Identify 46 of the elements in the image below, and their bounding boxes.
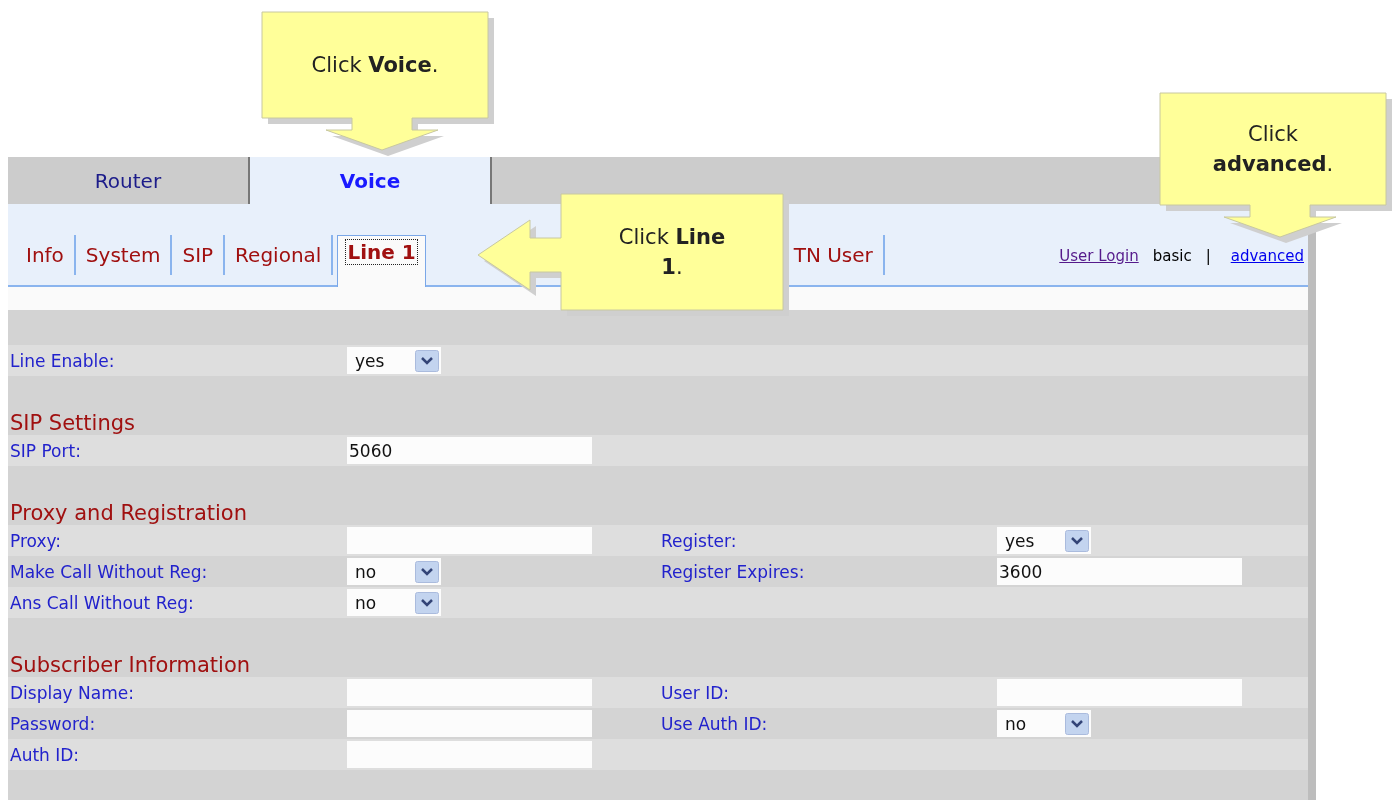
field-label: Register Expires: bbox=[660, 561, 806, 582]
dropdown[interactable]: no bbox=[347, 589, 441, 616]
field-label: Ans Call Without Reg: bbox=[9, 592, 195, 613]
tab[interactable]: Info bbox=[16, 235, 76, 275]
field-label: Make Call Without Reg: bbox=[9, 561, 209, 582]
field-label: Line Enable: bbox=[9, 350, 116, 371]
dropdown[interactable]: no bbox=[997, 710, 1091, 737]
input-field[interactable]: 5060 bbox=[347, 437, 592, 464]
tab[interactable]: Voice bbox=[250, 157, 492, 204]
tab[interactable]: TN User bbox=[793, 235, 885, 275]
input-field[interactable] bbox=[347, 679, 592, 706]
field-label: Display Name: bbox=[9, 682, 135, 703]
mode-label: basic bbox=[1152, 247, 1192, 265]
chevron-down-icon bbox=[1065, 712, 1089, 735]
field-label: Password: bbox=[9, 713, 97, 734]
input-field[interactable] bbox=[347, 527, 592, 554]
input-field[interactable] bbox=[997, 679, 1242, 706]
separator-text: | bbox=[1205, 247, 1211, 265]
callout-text: Click Voice. bbox=[310, 51, 440, 79]
tab[interactable]: SIP bbox=[172, 235, 226, 275]
field-label: User ID: bbox=[660, 682, 730, 703]
dropdown[interactable]: yes bbox=[347, 347, 441, 374]
input-field[interactable] bbox=[347, 710, 592, 737]
input-field[interactable] bbox=[347, 741, 592, 768]
tab[interactable]: Regional bbox=[225, 235, 334, 275]
section-heading: Subscriber Information bbox=[10, 653, 251, 677]
chevron-down-icon bbox=[1065, 529, 1089, 552]
callout-text: Click advanced. bbox=[1211, 120, 1335, 178]
tab[interactable]: System bbox=[75, 235, 173, 275]
field-label: SIP Port: bbox=[9, 440, 82, 461]
section-heading: SIP Settings bbox=[10, 411, 135, 435]
section-heading: Proxy and Registration bbox=[10, 501, 248, 525]
callout-text: Click Line 1. bbox=[617, 223, 727, 281]
field-label: Register: bbox=[660, 530, 738, 551]
tab[interactable]: Line 1 bbox=[337, 235, 426, 287]
mode-link[interactable]: advanced bbox=[1230, 247, 1304, 265]
field-label: Auth ID: bbox=[9, 744, 81, 765]
field-label: Use Auth ID: bbox=[660, 713, 769, 734]
chevron-down-icon bbox=[415, 349, 439, 372]
chevron-down-icon bbox=[415, 591, 439, 614]
field-label: Proxy: bbox=[9, 530, 63, 551]
dropdown[interactable]: no bbox=[347, 558, 441, 585]
input-field[interactable]: 3600 bbox=[997, 558, 1242, 585]
chevron-down-icon bbox=[415, 560, 439, 583]
dropdown[interactable]: yes bbox=[997, 527, 1091, 554]
user-login-link[interactable]: User Login bbox=[1059, 247, 1139, 265]
